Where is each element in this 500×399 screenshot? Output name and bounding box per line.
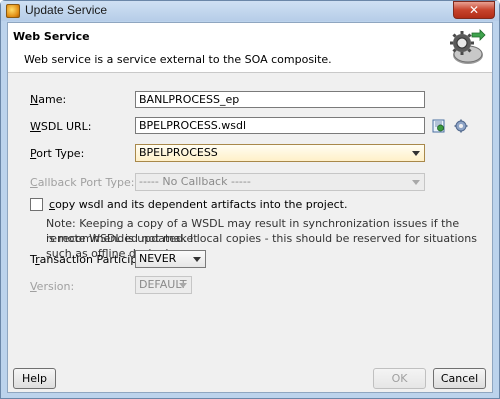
find-wsdl-icon[interactable] [432,119,446,133]
close-button[interactable]: ✕ [453,1,495,19]
header-title: Web Service [13,30,90,43]
chevron-down-icon [193,257,201,262]
callback-port-type-dropdown[interactable]: ----- No Callback ----- [135,173,425,191]
update-service-dialog: Update Service ✕ Web Service Web service… [0,0,500,399]
version-label: Version: [30,280,75,293]
port-type-label: Port Type: [30,147,85,160]
wsdl-url-field[interactable]: BPELPROCESS.wsdl [135,117,425,134]
version-dropdown[interactable]: DEFAULT [135,276,192,294]
header-description: Web service is a service external to the… [24,53,332,66]
callback-port-type-label: Callback Port Type: [30,176,135,189]
transaction-participation-dropdown[interactable]: NEVER [135,250,206,268]
name-field[interactable]: BANLPROCESS_ep [135,91,425,108]
transaction-participation-value: NEVER [139,252,177,265]
chevron-down-icon [412,180,420,185]
copy-wsdl-label[interactable]: copy wsdl and its dependent artifacts in… [49,198,347,211]
copy-wsdl-checkbox[interactable] [30,198,43,211]
wsdl-url-label: WSDL URL: [30,120,92,133]
web-service-gear-icon [450,29,486,64]
title-bar[interactable]: Update Service ✕ [1,1,499,21]
gear-icon[interactable] [454,119,468,133]
cancel-button[interactable]: Cancel [433,368,486,389]
dialog-content: Web Service Web service is a service ext… [7,22,493,393]
chevron-down-icon [179,283,187,288]
help-button[interactable]: Help [13,368,56,389]
dialog-header: Web Service Web service is a service ext… [8,23,492,73]
port-type-value: BPELPROCESS [139,146,218,159]
name-label: Name: [30,93,67,106]
port-type-dropdown[interactable]: BPELPROCESS [135,144,425,162]
app-icon [6,4,20,18]
ok-button[interactable]: OK [373,368,426,389]
callback-port-type-value: ----- No Callback ----- [139,175,251,188]
window-title: Update Service [25,3,108,17]
chevron-down-icon [412,151,420,156]
